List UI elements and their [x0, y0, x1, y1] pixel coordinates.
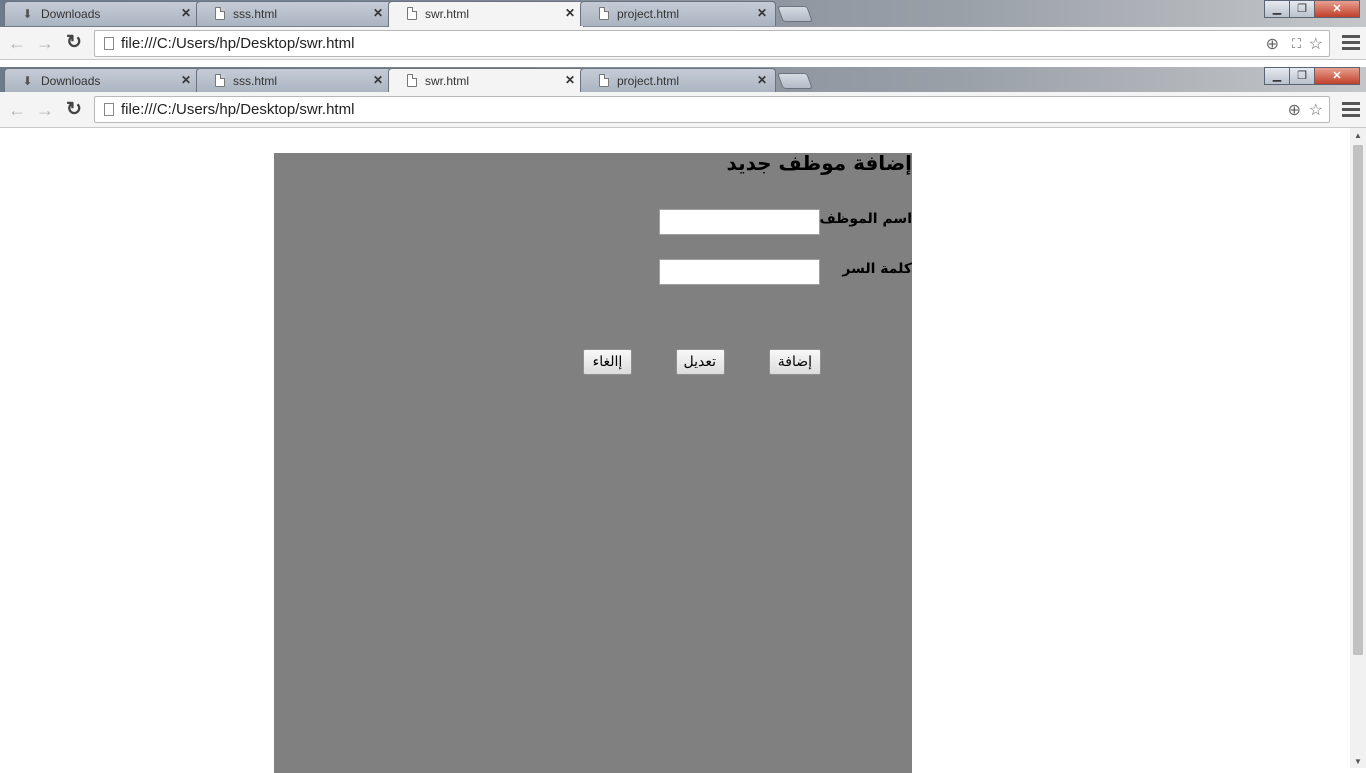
close-icon[interactable]: ✕	[181, 73, 191, 87]
page-icon	[104, 103, 114, 116]
translate-icon[interactable]: ⛶	[1292, 36, 1301, 52]
zoom-icon[interactable]: ⊕	[1288, 100, 1301, 120]
download-icon: ⬇	[22, 7, 33, 21]
browser-window-front: ⬇ Downloads ✕ sss.html ✕ swr.html ✕ proj…	[0, 67, 1366, 128]
tab-strip: ⬇ Downloads ✕ sss.html ✕ swr.html ✕ proj…	[0, 0, 1366, 27]
page-icon	[407, 7, 417, 20]
tab-label: Downloads	[41, 74, 101, 88]
close-icon[interactable]: ✕	[373, 6, 383, 20]
window-controls: ▁ ❐ ✕	[1264, 67, 1360, 85]
cancel-button[interactable]: إالغاء	[583, 349, 632, 375]
tab-downloads[interactable]: ⬇ Downloads ✕	[4, 1, 200, 26]
close-icon[interactable]: ✕	[565, 73, 575, 87]
scroll-down-arrow-icon[interactable]: ▼	[1354, 757, 1362, 766]
address-bar[interactable]: file:///C:/Users/hp/Desktop/swr.html ⊕ ⛶…	[94, 30, 1330, 57]
tab-label: Downloads	[41, 7, 101, 21]
tab-project[interactable]: project.html ✕	[580, 68, 776, 93]
back-button[interactable]: ←	[7, 100, 27, 120]
employee-name-label: اسم الموظف	[819, 211, 913, 227]
bookmark-star-icon[interactable]: ☆	[1309, 34, 1323, 54]
edit-button[interactable]: تعديل	[676, 349, 725, 375]
password-input[interactable]	[659, 259, 820, 285]
window-controls: ▁ ❐ ✕	[1264, 0, 1360, 18]
close-window-button[interactable]: ✕	[1314, 0, 1360, 18]
tab-project[interactable]: project.html ✕	[580, 1, 776, 26]
url-text[interactable]: file:///C:/Users/hp/Desktop/swr.html	[121, 35, 354, 52]
back-button[interactable]: ←	[7, 33, 27, 53]
tab-swr[interactable]: swr.html ✕	[388, 68, 584, 94]
forward-button[interactable]: →	[35, 100, 55, 120]
restore-button[interactable]: ❐	[1289, 67, 1315, 85]
close-icon[interactable]: ✕	[181, 6, 191, 20]
scrollbar-thumb[interactable]	[1353, 145, 1363, 655]
browser-window-back: ⬇ Downloads ✕ sss.html ✕ swr.html ✕ proj…	[0, 0, 1366, 60]
scroll-up-arrow-icon[interactable]: ▲	[1354, 131, 1362, 140]
forward-button[interactable]: →	[35, 33, 55, 53]
tab-label: sss.html	[233, 7, 278, 21]
bookmark-star-icon[interactable]: ☆	[1309, 100, 1323, 120]
close-icon[interactable]: ✕	[373, 73, 383, 87]
close-icon[interactable]: ✕	[757, 73, 767, 87]
download-icon: ⬇	[22, 74, 33, 88]
tab-label: swr.html	[425, 7, 470, 21]
minimize-button[interactable]: ▁	[1264, 0, 1290, 18]
tab-strip: ⬇ Downloads ✕ sss.html ✕ swr.html ✕ proj…	[0, 67, 1366, 94]
password-label: كلمة السر	[842, 261, 912, 277]
reload-button[interactable]: ↻	[64, 100, 84, 120]
page-icon	[599, 74, 609, 87]
minimize-button[interactable]: ▁	[1264, 67, 1290, 85]
zoom-icon[interactable]: ⊕	[1266, 34, 1279, 54]
tab-sss[interactable]: sss.html ✕	[196, 68, 392, 93]
tab-label: sss.html	[233, 74, 278, 88]
employee-name-input[interactable]	[659, 209, 820, 235]
page-icon	[104, 37, 114, 50]
tab-sss[interactable]: sss.html ✕	[196, 1, 392, 26]
chrome-menu-button[interactable]	[1342, 100, 1360, 120]
reload-button[interactable]: ↻	[64, 33, 84, 53]
browser-toolbar: ← → ↻ file:///C:/Users/hp/Desktop/swr.ht…	[0, 92, 1366, 128]
close-icon[interactable]: ✕	[565, 6, 575, 20]
restore-button[interactable]: ❐	[1289, 0, 1315, 18]
tab-label: project.html	[617, 7, 680, 21]
page-icon	[599, 7, 609, 20]
url-text[interactable]: file:///C:/Users/hp/Desktop/swr.html	[121, 101, 354, 118]
page-viewport: إضافة موظف جديد اسم الموظف كلمة السر إضا…	[0, 128, 1350, 773]
chrome-menu-button[interactable]	[1342, 33, 1360, 53]
close-window-button[interactable]: ✕	[1314, 67, 1360, 85]
tab-swr[interactable]: swr.html ✕	[388, 1, 584, 27]
tab-downloads[interactable]: ⬇ Downloads ✕	[4, 68, 200, 93]
new-tab-button[interactable]	[777, 73, 813, 89]
page-icon	[215, 74, 225, 87]
tab-label: project.html	[617, 74, 680, 88]
form-title: إضافة موظف جديد	[726, 151, 912, 175]
close-icon[interactable]: ✕	[757, 6, 767, 20]
add-employee-form: إضافة موظف جديد اسم الموظف كلمة السر إضا…	[274, 151, 913, 773]
vertical-scrollbar[interactable]: ▲ ▼	[1350, 128, 1366, 768]
new-tab-button[interactable]	[777, 6, 813, 22]
address-bar[interactable]: file:///C:/Users/hp/Desktop/swr.html ⊕ ☆	[94, 96, 1330, 123]
page-icon	[407, 74, 417, 87]
add-button[interactable]: إضافة	[769, 349, 821, 375]
tab-label: swr.html	[425, 74, 470, 88]
browser-toolbar: ← → ↻ file:///C:/Users/hp/Desktop/swr.ht…	[0, 27, 1366, 60]
page-icon	[215, 7, 225, 20]
